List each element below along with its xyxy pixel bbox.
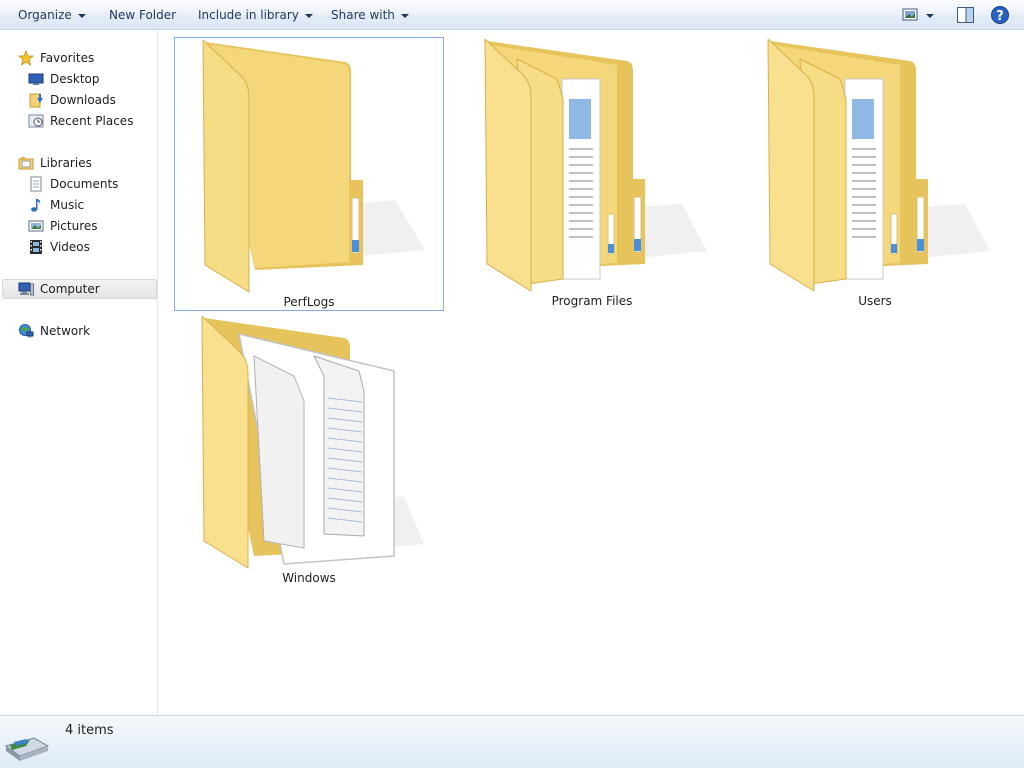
folder-icon	[484, 39, 707, 292]
include-in-library-label: Include in library	[198, 8, 299, 22]
svg-text:?: ?	[996, 9, 1004, 24]
item-count: 4 items	[65, 723, 114, 738]
folder-icon	[767, 39, 990, 292]
organize-button[interactable]: Organize	[18, 0, 86, 30]
pictures-icon	[28, 218, 44, 234]
command-bar: Organize New Folder Include in library S…	[0, 0, 1024, 30]
sidebar-item-label: Desktop	[50, 72, 100, 86]
chevron-down-icon	[926, 13, 934, 18]
folder-item-windows[interactable]: Windows	[174, 314, 444, 588]
sidebar-item-label: Downloads	[50, 93, 116, 107]
sidebar-item-label: Network	[40, 324, 91, 338]
new-folder-label: New Folder	[109, 8, 177, 22]
recent-places-icon	[28, 113, 44, 129]
navigation-pane: Favorites Desktop Downloads Recent Place…	[0, 30, 158, 715]
chevron-down-icon	[400, 13, 409, 18]
details-pane: 4 items	[0, 715, 1024, 768]
view-options-icon[interactable]	[902, 5, 922, 25]
folder-item-users[interactable]: Users	[740, 37, 1010, 311]
videos-icon	[28, 239, 44, 255]
computer-icon	[18, 281, 34, 297]
preview-pane-icon[interactable]	[956, 5, 976, 25]
include-in-library-button[interactable]: Include in library	[198, 0, 313, 30]
share-with-button[interactable]: Share with	[331, 0, 409, 30]
sidebar-item-label: Music	[50, 198, 85, 212]
folder-name: Program Files	[551, 294, 633, 308]
view-options-dropdown[interactable]	[926, 0, 934, 30]
libraries-icon	[18, 155, 34, 171]
drive-icon	[4, 732, 50, 765]
folder-name: Windows	[282, 571, 336, 585]
sidebar-item-label: Pictures	[50, 219, 98, 233]
sidebar-item-label: Favorites	[40, 51, 95, 65]
help-icon[interactable]: ?	[990, 5, 1010, 25]
network-icon	[18, 323, 34, 339]
chevron-down-icon	[304, 13, 313, 18]
sidebar-item-label: Documents	[50, 177, 119, 191]
folder-item-program-files[interactable]: Program Files	[457, 37, 727, 311]
organize-label: Organize	[18, 8, 72, 22]
sidebar-item-label: Recent Places	[50, 114, 134, 128]
folder-item-perflogs[interactable]: PerfLogs	[174, 37, 444, 311]
share-with-label: Share with	[331, 8, 395, 22]
downloads-icon	[28, 92, 44, 108]
chevron-down-icon	[77, 13, 86, 18]
new-folder-button[interactable]: New Folder	[109, 0, 176, 30]
documents-icon	[28, 176, 44, 192]
sidebar-item-label: Videos	[50, 240, 90, 254]
sidebar-item-label: Computer	[40, 282, 100, 296]
folder-icon	[201, 316, 424, 569]
file-list: PerfLogs Program Files Users Windows	[159, 30, 1024, 715]
folder-icon	[202, 40, 425, 293]
star-icon	[17, 49, 35, 66]
sidebar-item-label: Libraries	[40, 156, 92, 170]
folder-name: Users	[858, 294, 892, 308]
folder-name: PerfLogs	[283, 295, 335, 309]
music-icon	[28, 197, 44, 213]
desktop-icon	[28, 71, 44, 87]
